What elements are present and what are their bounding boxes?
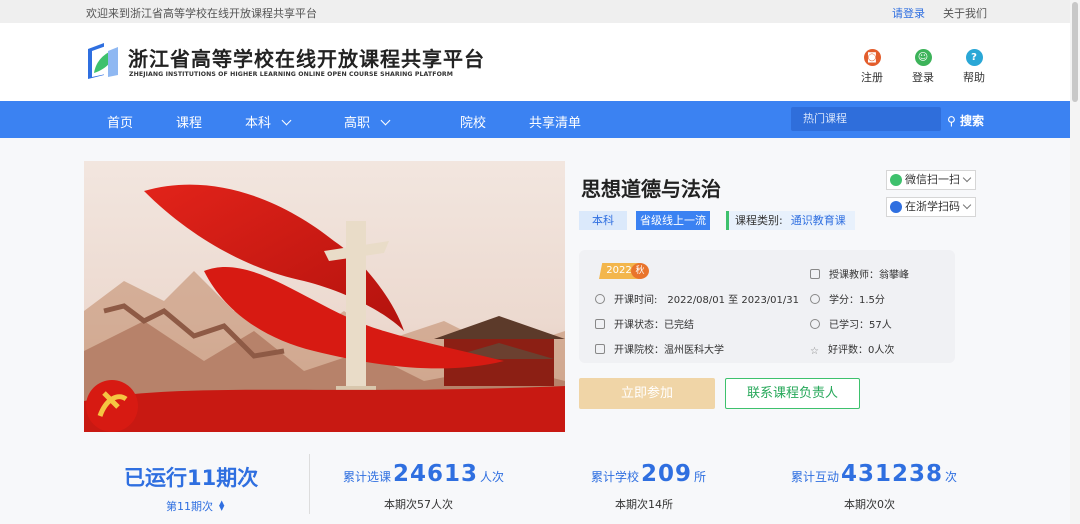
stat-unit: 次 [945,470,958,484]
stat-value: 431238 [841,461,944,487]
register-button[interactable]: ◙ 注册 [852,49,892,85]
stat-interactions: 累计互动431238 次 [791,461,957,487]
stat-unit: 所 [694,470,707,484]
course-credit: 学分：1.5分 [810,291,885,306]
stat-label: 累计选课 [343,470,392,484]
course-school: 开课院校：温州医科大学 [595,341,724,356]
join-now-button[interactable]: 立即参加 [579,378,715,409]
login-label: 登录 [912,71,934,84]
site-title: 浙江省高等学校在线开放课程共享平台 [128,47,485,71]
stat-label: 累计互动 [791,470,840,484]
category-value: 通识教育课 [790,214,846,227]
chevron-down-icon [962,200,972,210]
main-nav: 首页 课程 本科 高职 院校 共享清单 热门课程 ⚲ 搜索 [0,101,1080,138]
help-icon: ? [965,49,983,66]
zjx-scan-label: 在浙学扫码 [905,200,960,213]
stat-enrollments: 累计选课24613 人次 [343,461,504,487]
stat-value: 24613 [393,461,479,487]
category-label: 课程类别: [735,214,783,227]
wechat-icon [890,174,902,186]
login-link[interactable]: 请登录 [892,5,925,21]
sort-arrows-icon: ▲ ▼ [219,499,225,512]
clock-icon [595,294,605,304]
term-badge: 2022 秋 [599,263,651,279]
tag-first-class: 省级线上一流 [636,211,710,230]
course-learned-text: 已学习：57人 [829,320,892,331]
person-icon [810,319,820,329]
nav-item-shared-list[interactable]: 共享清单 [529,112,581,131]
register-icon: ◙ [863,49,881,66]
nav-item-home[interactable]: 首页 [107,112,133,131]
search-icon: ⚲ [947,114,956,128]
course-teacher-text: 授课教师：翁攀峰 [829,270,909,281]
top-bar: 欢迎来到浙江省高等学校在线开放课程共享平台 请登录 关于我们 [0,0,1080,23]
page-scrollbar[interactable] [1070,0,1080,524]
stat-enrollments-sub: 本期次57人次 [384,498,453,511]
course-credit-text: 学分：1.5分 [829,295,885,306]
stat-interactions-sub: 本期次0次 [844,498,895,511]
nav-item-courses[interactable]: 课程 [176,112,202,131]
stat-label: 累计学校 [591,470,640,484]
nav-item-undergrad[interactable]: 本科 [245,112,292,131]
course-learned: 已学习：57人 [810,316,892,331]
site-subtitle: ZHEJIANG INSTITUTIONS OF HIGHER LEARNING… [129,71,454,78]
search-label: 搜索 [959,114,984,128]
period-selector[interactable]: 第11期次 ▲ ▼ [166,498,224,514]
run-count-label: 已运行11期次 [124,466,259,490]
chevron-down-icon [281,115,292,126]
about-link[interactable]: 关于我们 [943,5,987,21]
course-title: 思想道德与法治 [581,177,721,201]
course-time-text: 开课时间: 2022/08/01 至 2023/01/31 [614,295,799,306]
course-rating-text: 好评数：0人次 [827,345,895,356]
course-status: 开课状态：已完结 [595,316,694,331]
school-icon [595,344,605,354]
course-info-box: 2022 秋 开课时间: 2022/08/01 至 2023/01/31 开课状… [579,250,955,363]
site-header: 浙江省高等学校在线开放课程共享平台 ZHEJIANG INSTITUTIONS … [0,23,1080,101]
coins-icon [810,294,820,304]
star-icon: ☆ [810,346,819,357]
nav-item-schools[interactable]: 院校 [460,112,486,131]
term-season: 秋 [631,263,649,279]
nav-vocational-label: 高职 [344,116,371,131]
stat-schools: 累计学校209 所 [591,461,706,487]
wechat-share-label: 微信扫一扫 [905,173,960,186]
stat-value: 209 [641,461,693,487]
course-category-tag: 课程类别: 通识教育课 [726,211,855,230]
course-banner-image [84,161,565,432]
scrollbar-thumb[interactable] [1072,2,1078,102]
course-rating: ☆ 好评数：0人次 [810,341,894,357]
login-button[interactable]: ☺ 登录 [903,49,943,85]
nav-item-vocational[interactable]: 高职 [344,112,391,131]
register-label: 注册 [861,71,883,84]
wechat-share-button[interactable]: 微信扫一扫 [886,170,976,190]
stats-divider [309,454,310,514]
user-icon: ☺ [914,49,932,66]
period-label: 第11期次 [166,500,213,513]
help-button[interactable]: ? 帮助 [954,49,994,85]
course-time: 开课时间: 2022/08/01 至 2023/01/31 [595,291,799,306]
nav-undergrad-label: 本科 [245,116,272,131]
zjx-scan-button[interactable]: 在浙学扫码 [886,197,976,217]
course-status-text: 开课状态：已完结 [614,320,694,331]
help-label: 帮助 [963,71,985,84]
contact-owner-button[interactable]: 联系课程负责人 [725,378,860,409]
welcome-text: 欢迎来到浙江省高等学校在线开放课程共享平台 [86,7,317,20]
zjx-icon [890,201,902,213]
stat-unit: 人次 [480,470,505,484]
search-input[interactable]: 热门课程 [791,107,941,131]
chevron-down-icon [962,173,972,183]
chevron-down-icon [380,115,391,126]
tag-undergrad: 本科 [579,211,627,230]
search-button[interactable]: ⚲ 搜索 [947,112,984,129]
logo-icon[interactable] [84,41,120,81]
course-school-text: 开课院校：温州医科大学 [614,345,724,356]
book-icon [595,319,605,329]
course-teacher: 授课教师：翁攀峰 [810,266,909,281]
teacher-icon [810,269,820,279]
stat-schools-sub: 本期次14所 [615,498,673,511]
